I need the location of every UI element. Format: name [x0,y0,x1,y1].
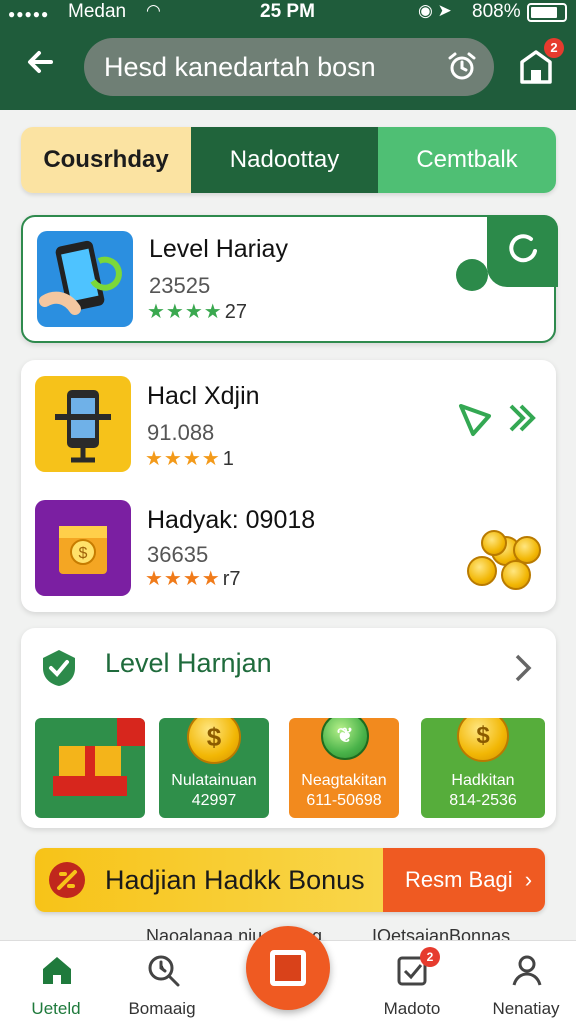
refresh-icon [509,234,537,277]
nav-item-search[interactable]: Bomaaig [112,941,212,1024]
status-bar: ●●●●● Medan ◠ 25 PM ◉ ➤ 808% [0,0,576,26]
rating-stars: ★★★★ [145,448,221,470]
tab-nadoottay[interactable]: Nadoottay [191,127,378,193]
tab-cemtbalk[interactable]: Cemtbalk [378,127,556,193]
list-item-rating: ★★★★ 1 [145,446,234,471]
ticket-icon [49,862,85,898]
send-forward-icon[interactable] [455,398,539,438]
nav-label: Bomaaig [128,999,196,1018]
reward-tile[interactable]: $ Hadkitan 814-2536 [421,718,545,818]
nav-label: Ueteld [31,999,81,1018]
tile-value: 42997 [191,792,237,809]
back-arrow-icon[interactable] [20,46,60,86]
wifi-icon: ◠ [146,1,161,20]
carrier-label: Medan [68,1,127,22]
nav-item-tasks[interactable]: 2 Madoto [362,941,462,1024]
list-item-value: 36635 [147,542,209,567]
center-action-button[interactable] [246,926,330,1010]
bonus-action-label: Resm Bagi [405,867,513,892]
phone-app-thumbnail [37,231,133,327]
signal-dots-icon: ●●●●● [8,7,50,21]
phone-stand-thumbnail [35,376,131,472]
bonus-banner-body: Hadjian Hadkk Bonus [35,848,383,912]
refresh-corner-button[interactable] [487,215,558,287]
tab-cousrhday[interactable]: Cousrhday [21,127,191,193]
tile-label: Neagtakitan [301,772,387,789]
list-item-value: 91.088 [147,420,215,445]
tile-value: 611-50698 [306,792,382,809]
rating-stars: ★★★★ [147,301,223,323]
section-title: Level Harnjan [105,648,272,678]
nav-item-home[interactable]: Ueteld [6,941,106,1024]
chevron-right-icon: › [524,867,533,892]
featured-value: 23525 [149,273,211,298]
search-input[interactable]: Hesd kanedartah bosn [84,38,494,96]
rating-suffix: r7 [222,568,241,590]
chevron-right-icon[interactable] [511,652,535,684]
user-icon [512,955,542,986]
battery-icon [527,3,567,22]
alarm-clock-icon[interactable] [446,50,478,82]
nav-label: Nenatiay [492,999,560,1018]
reward-tile[interactable]: ❦ Neagtakitan 611-50698 [289,718,399,818]
bonus-banner[interactable]: Hadjian Hadkk Bonus Resm Bagi › [35,848,545,912]
nav-label: Madoto [383,999,441,1018]
level-section-card: Level Harnjan $ Nulatainuan 42997 ❦ Neag… [21,628,556,828]
location-arrow-icon: ◉ ➤ [418,1,452,20]
home-icon [43,957,71,984]
rating-suffix: 27 [224,301,247,323]
app-header: ●●●●● Medan ◠ 25 PM ◉ ➤ 808% Hesd kaneda… [0,0,576,110]
coin-box-thumbnail: $ [35,500,131,596]
app-list-card: Hacl Xdjin 91.088 ★★★★ 1 $ Hadyak: 09018 … [21,360,556,612]
coin-icon: $ [187,718,241,764]
featured-rating: ★★★★ 27 [147,299,247,324]
notification-badge: 2 [544,38,564,58]
leaf-coin-icon: ❦ [321,718,369,760]
rating-stars: ★★★★ [145,568,221,590]
nav-item-profile[interactable]: Nenatiay [476,941,576,1024]
reward-tile[interactable] [35,718,145,818]
svg-text:$: $ [79,545,88,562]
tile-label: Nulatainuan [171,772,257,789]
gift-box-icon [53,718,145,796]
green-dot-icon [456,259,488,291]
featured-card[interactable]: Level Hariay 23525 ★★★★ 27 [21,215,558,343]
tile-label: Hadkitan [451,772,515,789]
list-item-title: Hacl Xdjin [147,382,260,410]
category-tabs: Cousrhday Nadoottay Cemtbalk [21,127,556,193]
status-time: 25 PM [260,1,315,22]
tile-value: 814-2536 [449,792,517,809]
shield-check-icon [43,650,75,686]
nav-badge: 2 [420,947,440,967]
search-text: Hesd kanedartah bosn [104,52,376,82]
square-icon [270,950,306,986]
bonus-title: Hadjian Hadkk Bonus [105,865,365,895]
notifications-button[interactable]: 2 [516,38,564,88]
rating-suffix: 1 [222,448,234,470]
coin-icon: $ [457,718,509,762]
list-item-title: Hadyak: 09018 [147,506,316,534]
battery-percent: 808% [472,1,521,22]
featured-title: Level Hariay [149,235,288,263]
reward-tile[interactable]: $ Nulatainuan 42997 [159,718,269,818]
list-item-rating: ★★★★ r7 [145,566,241,591]
search-clock-icon [148,955,180,987]
bonus-action-button[interactable]: Resm Bagi › [383,848,545,912]
